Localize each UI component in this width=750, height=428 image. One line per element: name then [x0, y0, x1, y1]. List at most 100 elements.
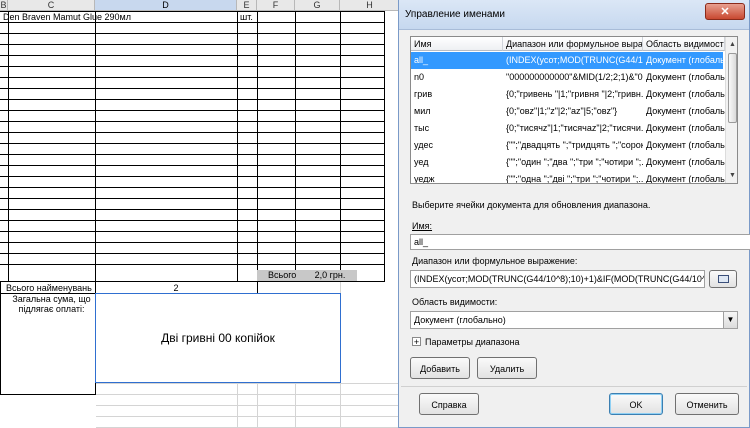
- grid-column-line-light: [340, 383, 341, 428]
- grid-column-line: [295, 11, 296, 282]
- range-cell: {"";"двадцять ";"тридцять ";"сорок...: [506, 140, 643, 150]
- grid-column-line-light: [237, 383, 238, 428]
- name-input[interactable]: all_: [410, 234, 750, 250]
- grid-column-line: [8, 11, 9, 282]
- names-table[interactable]: Имя Диапазон или формульное выра... Обла…: [410, 36, 738, 184]
- range-cell: "000000000000"&MID(1/2;2;1)&"00...: [506, 72, 643, 82]
- scroll-up-icon[interactable]: ▲: [727, 38, 737, 51]
- sum-in-words[interactable]: Дві гривні 00 копійок: [95, 331, 341, 345]
- grid-row-line: [0, 99, 385, 100]
- scope-cell: Документ (глобальн: [646, 89, 725, 99]
- name-cell: n0: [414, 72, 425, 82]
- grid-row-line: [0, 264, 385, 265]
- shrink-button[interactable]: [709, 270, 737, 288]
- grid-row-line: [0, 198, 385, 199]
- grid-row-line-light: [96, 383, 400, 384]
- grid-column-line: [340, 11, 341, 282]
- grid-column-line: [95, 11, 96, 282]
- items-count-label[interactable]: Всього найменувань :: [6, 283, 97, 294]
- name-cell: all_: [414, 55, 429, 65]
- name-cell: уедж: [414, 174, 435, 184]
- button-separator: [401, 386, 747, 387]
- total-label[interactable]: Всього: [268, 270, 296, 281]
- names-table-row[interactable]: мил {0;"овz"|1;"z"|2;"аz"|5;"овz"} Докумен…: [411, 103, 725, 120]
- range-cell: {"";"один ";"два ";"три ";"чотири ";...: [506, 157, 643, 167]
- names-table-row[interactable]: n0 "000000000000"&MID(1/2;2;1)&"00... Доку…: [411, 69, 725, 86]
- scope-label: Область видимости:: [412, 297, 498, 307]
- dialog-title: Управление именами: [405, 9, 505, 20]
- scope-select[interactable]: Документ (глобально): [410, 311, 738, 329]
- grid-row-line: [0, 187, 385, 188]
- names-table-row[interactable]: уедж {"";"одна ";"дві ";"три ";"чотири ";…: [411, 171, 725, 184]
- scope-cell: Документ (глобальн: [646, 72, 725, 82]
- expand-icon[interactable]: +: [412, 337, 421, 347]
- grid-row-line: [0, 154, 385, 155]
- range-options-label[interactable]: Параметры диапазона: [425, 337, 520, 347]
- grid-row-line: [0, 55, 385, 56]
- grid-column-line: [0, 282, 1, 394]
- table-scrollbar[interactable]: ▲ ▼: [725, 37, 737, 183]
- scope-cell: Документ (глобальн: [646, 106, 725, 116]
- scope-cell: Документ (глобальн: [646, 55, 725, 65]
- grid-row-line: [0, 242, 385, 243]
- delete-button[interactable]: Удалить: [477, 357, 537, 379]
- scroll-thumb[interactable]: [728, 53, 737, 123]
- grid-row-line-light: [96, 416, 400, 417]
- grid-row-line: [0, 253, 385, 254]
- shrink-icon: [718, 275, 729, 283]
- add-button[interactable]: Добавить: [410, 357, 470, 379]
- grid-column-line: [257, 282, 258, 293]
- grid-row-line: [0, 88, 385, 89]
- range-input[interactable]: (INDEX(усот;MOD(TRUNC(G44/10^8);10)+1)&I…: [410, 270, 705, 288]
- close-icon[interactable]: ✕: [705, 3, 745, 20]
- names-table-row[interactable]: all_ (INDEX(усот;MOD(TRUNC(G44/10^...Доку…: [411, 52, 725, 69]
- cancel-button[interactable]: Отменить: [675, 393, 739, 415]
- column-header-range[interactable]: Диапазон или формульное выра...: [503, 37, 643, 51]
- scroll-down-icon[interactable]: ▼: [727, 169, 737, 182]
- total-value[interactable]: 2,0 грн.: [303, 270, 357, 281]
- help-button[interactable]: Справка: [419, 393, 479, 415]
- range-cell: {0;"гривень "|1;"гривня "|2;"гривн...: [506, 89, 643, 99]
- grid-row-line: [0, 176, 385, 177]
- grid-row-line-light: [96, 405, 400, 406]
- range-cell: {0;"тисячz"|1;"тисячаz"|2;"тисячи...: [506, 123, 643, 133]
- range-cell: (INDEX(усот;MOD(TRUNC(G44/10^...: [506, 55, 643, 65]
- chevron-down-icon[interactable]: ▼: [723, 312, 737, 328]
- cell-product-name[interactable]: Den Braven Mamut Glue 290мл: [3, 12, 131, 23]
- grid-row-line: [0, 281, 385, 282]
- range-cell: {"";"одна ";"дві ";"три ";"чотири ";...: [506, 174, 643, 184]
- name-cell: грив: [414, 89, 433, 99]
- grid-column-line: [237, 11, 238, 282]
- column-header-scope[interactable]: Область видимости: [643, 37, 725, 51]
- grid-row-line: [0, 231, 385, 232]
- grid-row-line: [0, 77, 385, 78]
- manage-names-dialog: Управление именами ✕ Имя Диапазон или фо…: [398, 0, 750, 428]
- column-header-name[interactable]: Имя: [411, 37, 503, 51]
- grid-row-line-light: [96, 394, 400, 395]
- spreadsheet-grid[interactable]: B C D E F G H Den Braven Mamut Glue 290м…: [0, 0, 400, 428]
- name-cell: удес: [414, 140, 433, 150]
- names-table-row[interactable]: грив {0;"гривень "|1;"гривня "|2;"гривн..…: [411, 86, 725, 103]
- grid-column-line: [257, 11, 258, 282]
- name-cell: тыс: [414, 123, 430, 133]
- name-cell: уед: [414, 157, 429, 167]
- grid-row-line: [0, 165, 385, 166]
- scope-cell: Документ (глобальн: [646, 140, 725, 150]
- names-table-row[interactable]: уед {"";"один ";"два ";"три ";"чотири ";.…: [411, 154, 725, 171]
- names-table-row[interactable]: удес {"";"двадцять ";"тридцять ";"сорок..…: [411, 137, 725, 154]
- grid-row-line: [0, 44, 385, 45]
- range-label: Диапазон или формульное выражение:: [412, 256, 578, 266]
- scope-cell: Документ (глобальн: [646, 157, 725, 167]
- scope-cell: Документ (глобальн: [646, 174, 725, 184]
- name-label: Имя:: [412, 221, 433, 231]
- grid-row-line: [0, 143, 385, 144]
- grid-row-line: [0, 209, 385, 210]
- grid-row-line: [0, 394, 96, 395]
- ok-button[interactable]: OK: [609, 393, 663, 415]
- cell-unit[interactable]: шт.: [240, 12, 253, 23]
- grid-column-line-light: [295, 383, 296, 428]
- grid-row-line: [0, 121, 385, 122]
- names-table-row[interactable]: тыс {0;"тисячz"|1;"тисячаz"|2;"тисячи... Д…: [411, 120, 725, 137]
- total-sum-label[interactable]: Загальна сума, що підлягає оплаті:: [8, 294, 95, 314]
- name-cell: мил: [414, 106, 431, 116]
